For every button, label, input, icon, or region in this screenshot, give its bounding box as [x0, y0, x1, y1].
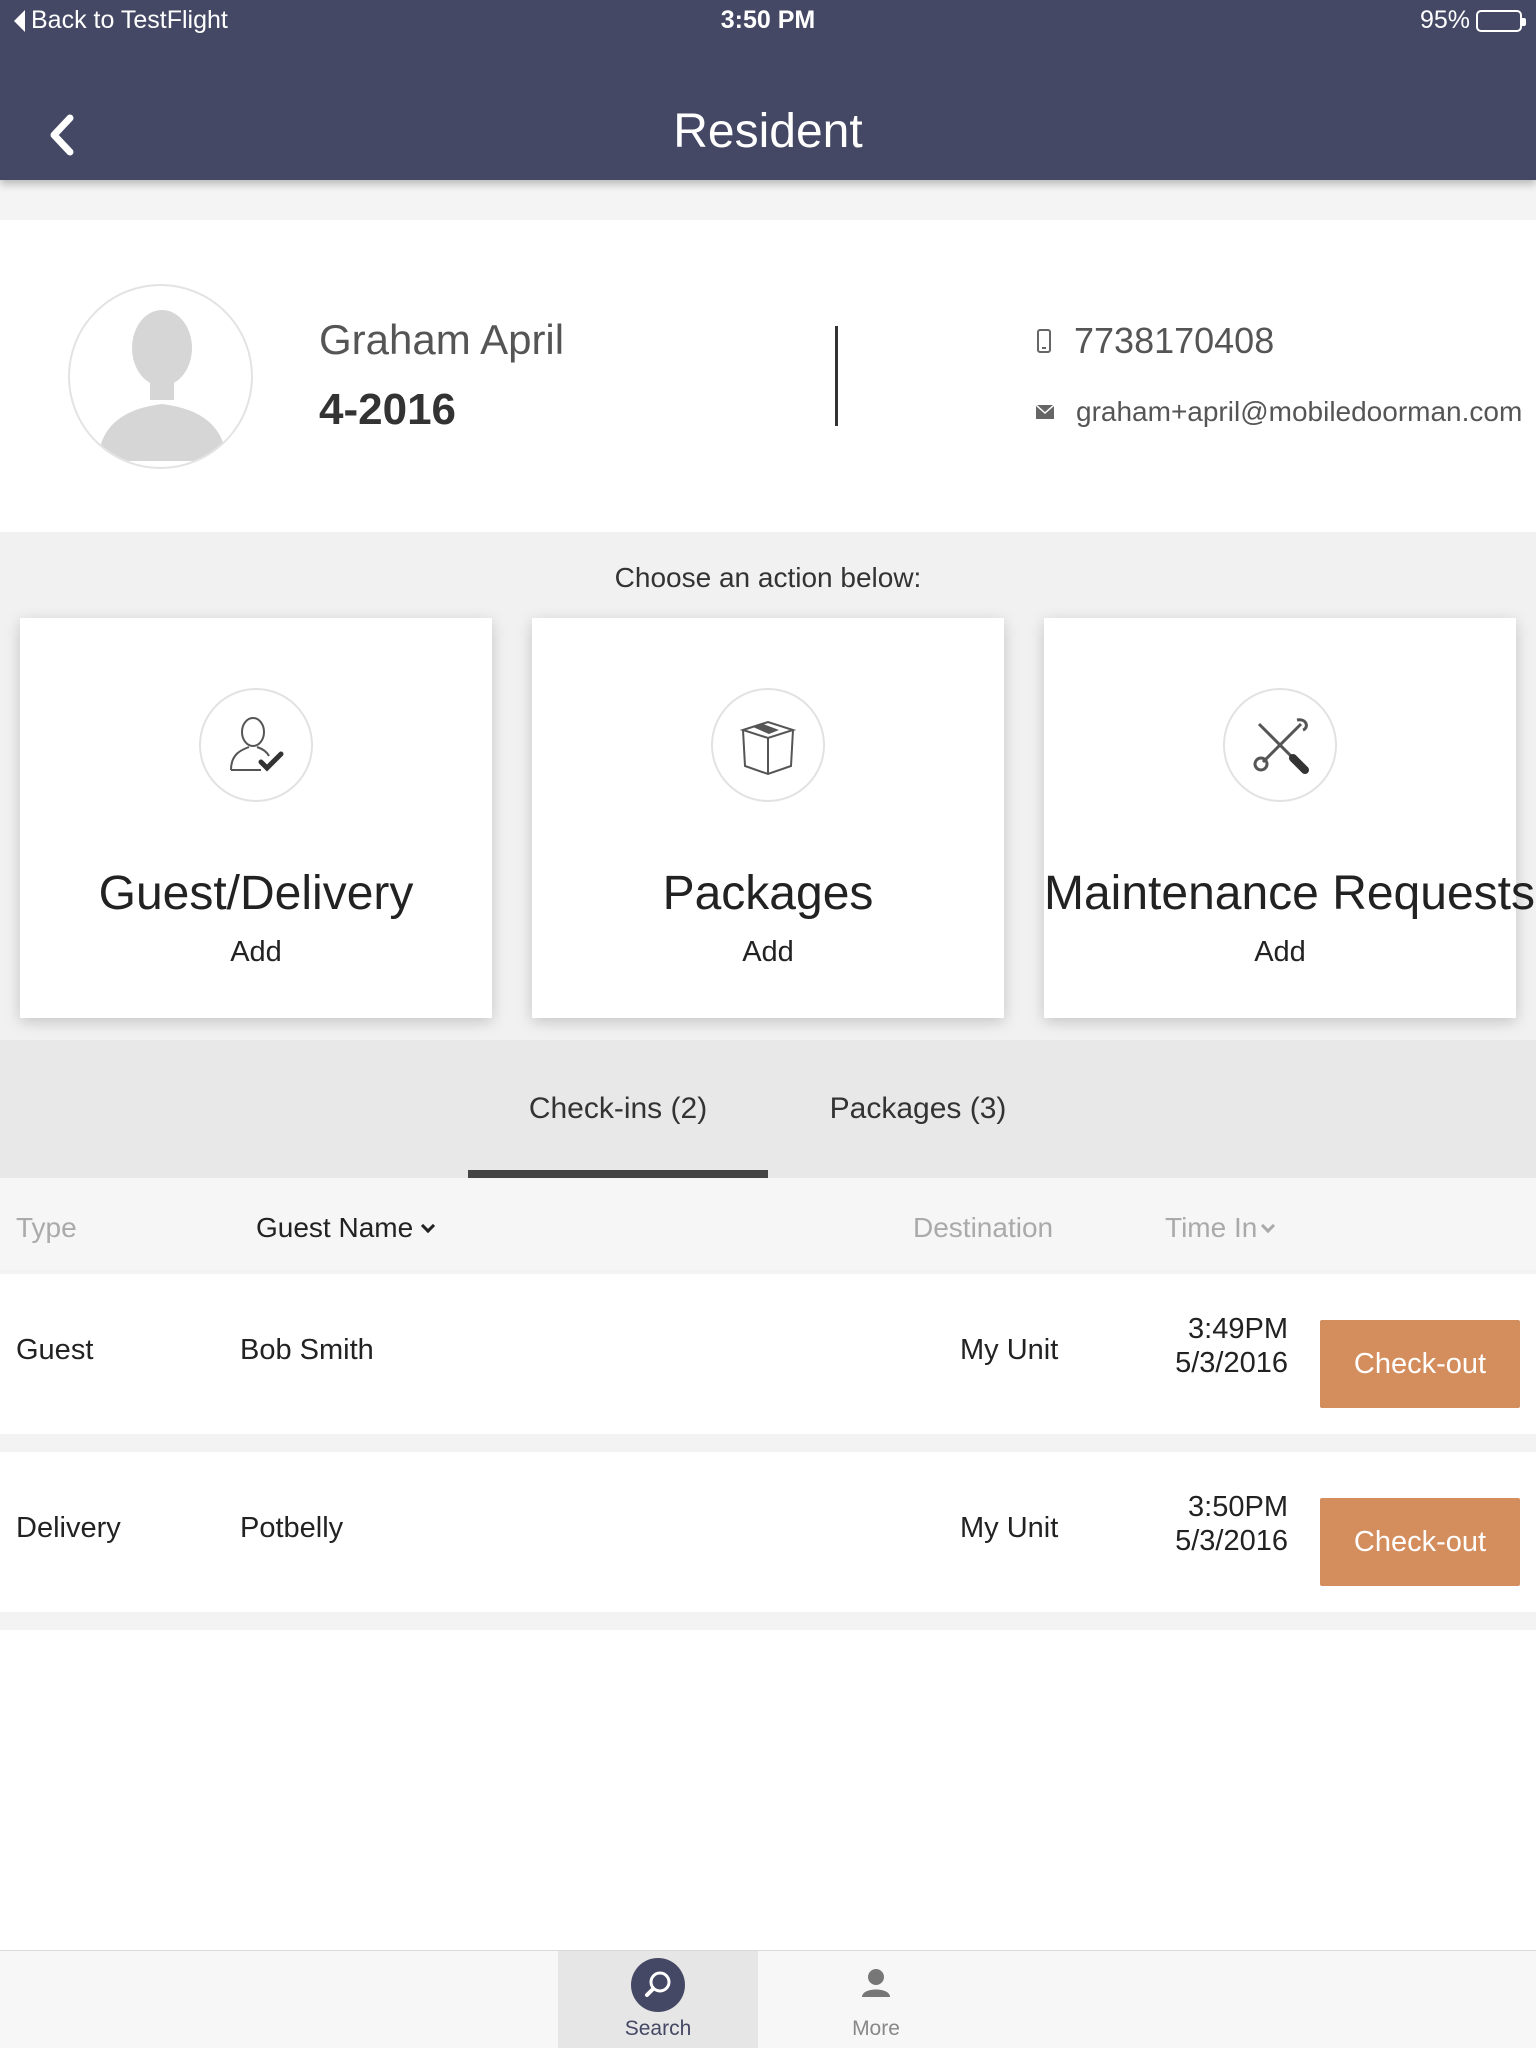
row-separator — [0, 1612, 1536, 1630]
packages-title: Packages — [662, 867, 874, 920]
actions-prompt: Choose an action below: — [614, 562, 922, 593]
row-time-in: 3:49PM 5/3/2016 — [1175, 1312, 1288, 1380]
row-date: 5/3/2016 — [1175, 1347, 1288, 1379]
battery-icon — [1476, 9, 1526, 32]
check-out-button[interactable]: Check-out — [1320, 1320, 1520, 1408]
column-guest-name-label: Guest Name — [256, 1212, 414, 1243]
phone-icon — [1037, 329, 1051, 353]
resident-profile: Graham April 4-2016 7738170408 graham+ap… — [0, 220, 1536, 532]
actions-section: Choose an action below: Guest/Delivery A… — [0, 532, 1536, 1040]
profile-divider — [835, 326, 838, 426]
tabbar-more-label: More — [852, 2017, 900, 2040]
row-type: Guest — [16, 1334, 94, 1366]
guest-delivery-card[interactable]: Guest/Delivery Add — [20, 618, 492, 1018]
column-destination[interactable]: Destination — [913, 1212, 1053, 1244]
guest-delivery-add: Add — [230, 936, 282, 968]
guest-delivery-title: Guest/Delivery — [98, 867, 414, 920]
maintenance-title: Maintenance Requests — [1044, 867, 1535, 920]
packages-add: Add — [742, 936, 794, 968]
tabbar-search[interactable]: Search — [558, 1951, 758, 2048]
packages-card[interactable]: Packages Add — [532, 618, 1004, 1018]
page-title: Resident — [673, 105, 863, 158]
row-date: 5/3/2016 — [1175, 1525, 1288, 1557]
mail-icon — [1036, 405, 1054, 419]
battery-percent: 95% — [1419, 6, 1470, 34]
list-tabs: Check-ins (2) Packages (3) — [0, 1040, 1536, 1178]
column-type[interactable]: Type — [16, 1212, 77, 1244]
row-time-in: 3:50PM 5/3/2016 — [1175, 1490, 1288, 1558]
row-guest-name: Bob Smith — [240, 1334, 374, 1366]
table-row: Guest Bob Smith My Unit 3:49PM 5/3/2016 … — [0, 1274, 1536, 1434]
maintenance-card[interactable]: Maintenance Requests Add — [1044, 618, 1535, 1018]
avatar — [68, 284, 253, 469]
table-header: Type Guest Name Destination Time In — [0, 1178, 1536, 1270]
nav-header: Back to TestFlight 3:50 PM 95% Resident — [0, 0, 1536, 180]
tabbar-search-label: Search — [624, 2017, 692, 2040]
status-time: 3:50 PM — [720, 6, 816, 34]
chevron-down-icon — [421, 1218, 436, 1234]
email-contact[interactable]: graham+april@mobiledoorman.com — [1036, 396, 1522, 428]
row-type: Delivery — [16, 1512, 121, 1544]
column-guest-name[interactable]: Guest Name — [256, 1212, 436, 1244]
column-time-in-label: Time In — [1165, 1212, 1258, 1243]
row-destination: My Unit — [960, 1512, 1059, 1544]
tools-icon — [1223, 688, 1337, 802]
battery-status: 95% — [1419, 6, 1526, 35]
phone-number: 7738170408 — [1074, 320, 1275, 361]
bottom-tab-bar: Search More — [0, 1950, 1536, 2048]
column-time-in[interactable]: Time In — [1165, 1212, 1276, 1244]
chevron-down-icon — [1261, 1218, 1276, 1234]
phone-contact[interactable]: 7738170408 — [1036, 320, 1274, 362]
tab-check-ins[interactable]: Check-ins (2) — [468, 1040, 768, 1178]
maintenance-add: Add — [1254, 936, 1306, 968]
table-row: Delivery Potbelly My Unit 3:50PM 5/3/201… — [0, 1452, 1536, 1612]
header-spacer — [0, 180, 1536, 220]
person-icon — [848, 1957, 904, 2013]
tab-packages[interactable]: Packages (3) — [768, 1040, 1068, 1178]
check-out-button[interactable]: Check-out — [1320, 1498, 1520, 1586]
search-icon — [630, 1957, 686, 2013]
resident-unit: 4-2016 — [319, 385, 457, 434]
row-time: 3:49PM — [1188, 1313, 1288, 1345]
row-destination: My Unit — [960, 1334, 1059, 1366]
tabbar-more[interactable]: More — [776, 1951, 976, 2048]
email-address: graham+april@mobiledoorman.com — [1076, 396, 1523, 427]
guest-check-icon — [199, 688, 313, 802]
row-separator — [0, 1434, 1536, 1452]
row-guest-name: Potbelly — [240, 1512, 344, 1544]
package-box-icon — [711, 688, 825, 802]
resident-name: Graham April — [319, 316, 565, 363]
row-time: 3:50PM — [1188, 1491, 1288, 1523]
default-avatar-icon — [98, 310, 227, 461]
app-screen: Back to TestFlight 3:50 PM 95% Resident … — [0, 0, 1536, 2048]
